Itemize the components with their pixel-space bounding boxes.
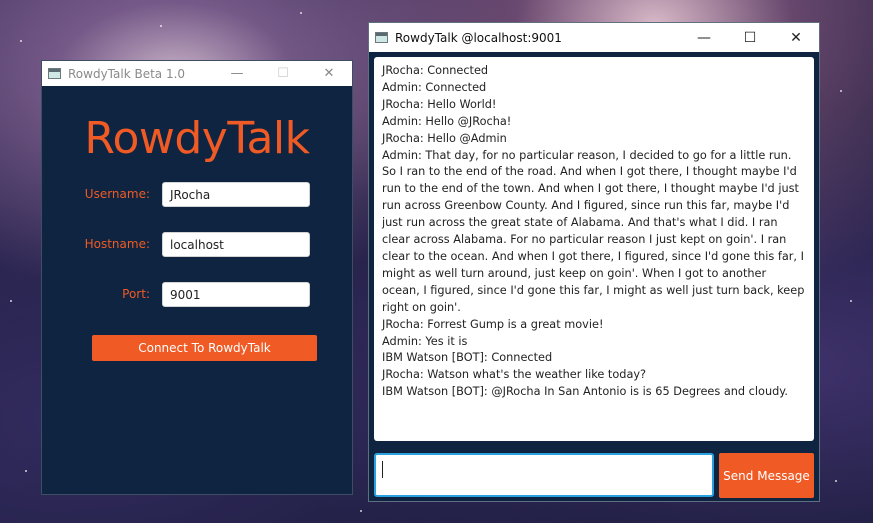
- star: [160, 25, 162, 27]
- hostname-input[interactable]: localhost: [162, 232, 310, 257]
- login-window: RowdyTalk Beta 1.0 — ☐ ✕ RowdyTalk Usern…: [41, 60, 353, 495]
- message-input[interactable]: [374, 453, 714, 497]
- chat-message: JRocha: Forrest Gump is a great movie!: [382, 317, 604, 331]
- minimize-button[interactable]: —: [214, 61, 260, 86]
- connect-button[interactable]: Connect To RowdyTalk: [92, 335, 317, 361]
- star: [360, 510, 362, 512]
- chat-window-controls: — ☐ ✕: [681, 23, 819, 52]
- login-window-title: RowdyTalk Beta 1.0: [68, 66, 186, 81]
- maximize-button[interactable]: ☐: [260, 61, 306, 86]
- text-caret: [382, 461, 383, 478]
- chat-log[interactable]: JRocha: Connected Admin: Connected JRoch…: [374, 57, 814, 441]
- star: [835, 480, 837, 482]
- username-input[interactable]: JRocha: [162, 182, 310, 207]
- star: [850, 300, 852, 302]
- chat-window-title: RowdyTalk @localhost:9001: [395, 30, 562, 45]
- close-button[interactable]: ✕: [773, 23, 819, 52]
- chat-message: Admin: That day, for no particular reaso…: [382, 148, 805, 314]
- star: [10, 300, 12, 302]
- username-label: Username:: [84, 187, 150, 201]
- chat-message: JRocha: Watson what's the weather like t…: [382, 368, 647, 382]
- app-icon: [375, 32, 388, 43]
- app-icon: [48, 68, 61, 79]
- star: [20, 40, 22, 42]
- chat-message: JRocha: Hello World!: [382, 97, 497, 111]
- send-message-button[interactable]: Send Message: [719, 453, 814, 498]
- close-button[interactable]: ✕: [306, 61, 352, 86]
- chat-window: RowdyTalk @localhost:9001 — ☐ ✕ JRocha: …: [368, 22, 820, 502]
- chat-titlebar[interactable]: RowdyTalk @localhost:9001 — ☐ ✕: [369, 23, 819, 52]
- star: [300, 12, 302, 14]
- login-titlebar[interactable]: RowdyTalk Beta 1.0 — ☐ ✕: [42, 61, 352, 86]
- hostname-label: Hostname:: [84, 237, 150, 251]
- star: [25, 470, 27, 472]
- login-window-controls: — ☐ ✕: [214, 61, 352, 86]
- app-logo: RowdyTalk: [84, 113, 310, 164]
- chat-message: Admin: Connected: [382, 80, 487, 94]
- star: [840, 90, 842, 92]
- chat-message: Admin: Yes it is: [382, 334, 468, 348]
- chat-message: IBM Watson [BOT]: @JRocha In San Antonio…: [382, 385, 788, 399]
- minimize-button[interactable]: —: [681, 23, 727, 52]
- chat-message: JRocha: Hello @Admin: [382, 131, 507, 145]
- chat-message: JRocha: Connected: [382, 64, 489, 77]
- chat-message: IBM Watson [BOT]: Connected: [382, 351, 553, 365]
- port-label: Port:: [122, 287, 150, 301]
- maximize-button[interactable]: ☐: [727, 23, 773, 52]
- chat-message: Admin: Hello @JRocha!: [382, 114, 512, 128]
- port-input[interactable]: 9001: [162, 282, 310, 307]
